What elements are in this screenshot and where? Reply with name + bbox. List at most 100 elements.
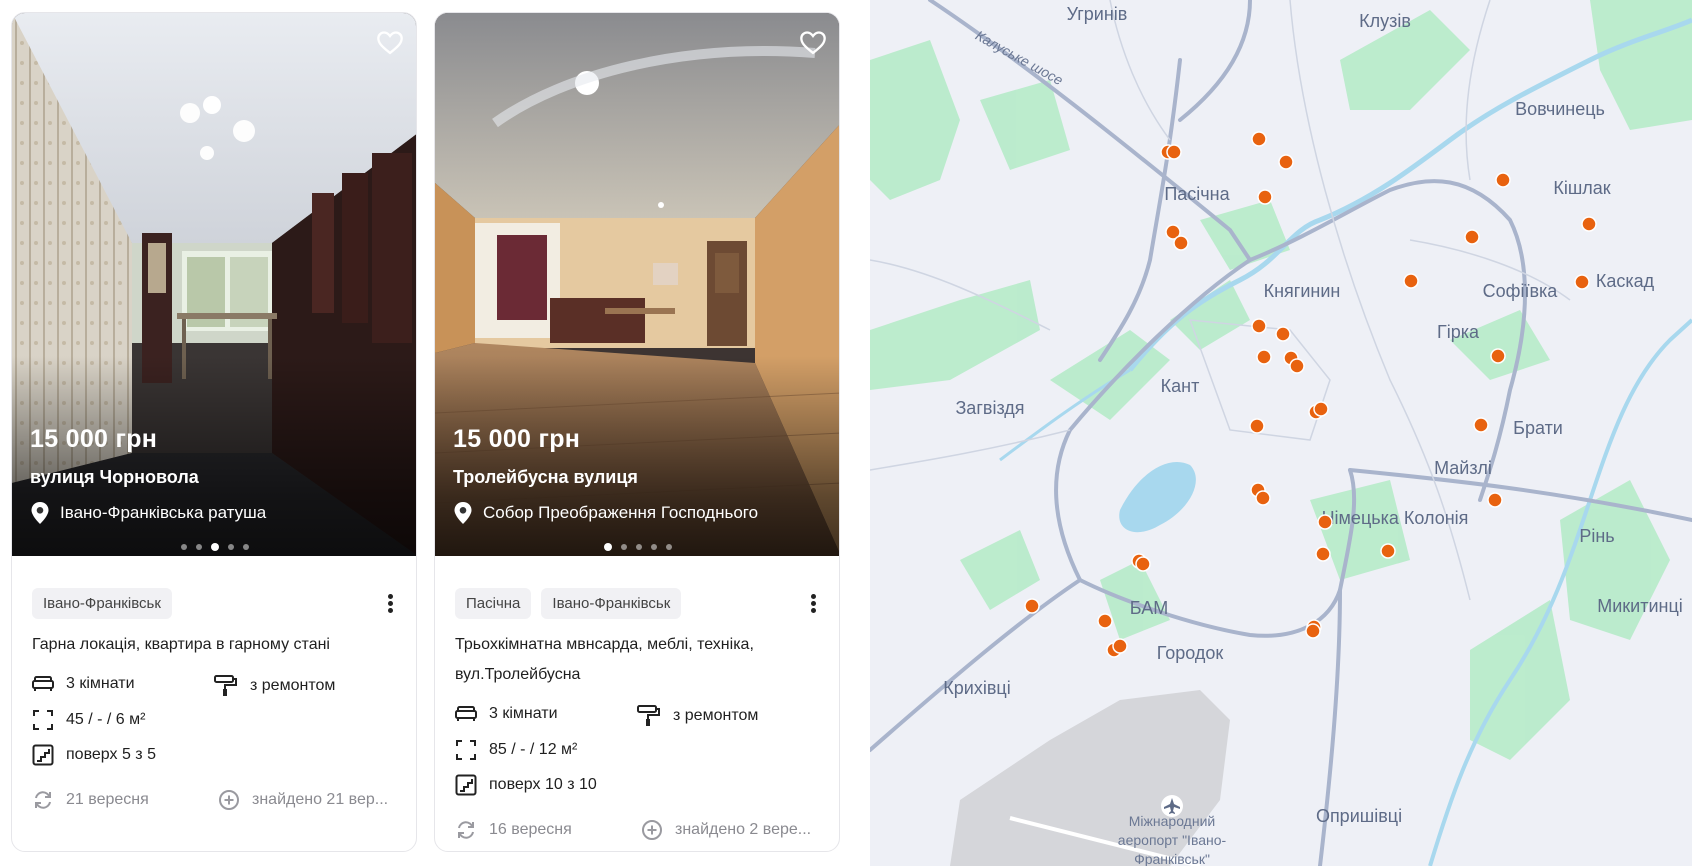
map-label-knyahynyn: Княгинин — [1264, 281, 1341, 301]
photo-shade — [435, 356, 839, 556]
map-label-horodok: Городок — [1157, 643, 1224, 663]
map-marker[interactable] — [1380, 543, 1396, 559]
pagination-dot[interactable] — [196, 544, 202, 550]
map-label-maizli: Майзлі — [1434, 458, 1492, 478]
feature-area: 45 / - / 6 м² — [32, 709, 145, 731]
listing-card[interactable]: 15 000 грн Тролейбусна вулиця Собор Прео… — [434, 12, 840, 852]
area-expand-icon — [33, 710, 53, 730]
map-label-ugryniv: Угринів — [1067, 4, 1128, 24]
map-label-mykytyntsi: Микитинці — [1597, 596, 1683, 616]
map-marker[interactable] — [1464, 229, 1480, 245]
listing-panel: 15 000 грн вулиця Чорновола Івано-Франкі… — [0, 0, 870, 866]
tag-city[interactable]: Івано-Франківськ — [541, 588, 682, 619]
area-label: 85 / - / 12 м² — [489, 741, 578, 758]
tag-list: Івано-Франківськ — [32, 588, 172, 619]
map-label-kluziv: Клузів — [1359, 11, 1411, 31]
pagination-dot[interactable] — [636, 544, 642, 550]
map-marker[interactable] — [1249, 418, 1265, 434]
map-marker[interactable] — [1256, 349, 1272, 365]
pagination-dot[interactable] — [228, 544, 234, 550]
map-marker[interactable] — [1173, 235, 1189, 251]
found-info: знайдено 21 вер... — [218, 789, 388, 811]
sofa-icon — [455, 706, 477, 721]
map-marker[interactable] — [1251, 131, 1267, 147]
map-label-pasichna: Пасічна — [1164, 184, 1230, 204]
airport-label-line3: Франківськ" — [1134, 851, 1210, 866]
map-label-kishlak: Кішлак — [1553, 178, 1610, 198]
tag-district[interactable]: Пасічна — [455, 588, 532, 619]
map-marker[interactable] — [1135, 556, 1151, 572]
more-options-icon[interactable] — [386, 593, 394, 615]
map-marker[interactable] — [1166, 144, 1182, 160]
map-label-sofiivka: Софіївка — [1483, 281, 1559, 301]
map-label-opryshivtsi: Опришівці — [1316, 806, 1402, 826]
renovation-label: з ремонтом — [250, 677, 336, 694]
map-marker[interactable] — [1315, 546, 1331, 562]
map-label-kant: Кант — [1161, 376, 1200, 396]
map-marker[interactable] — [1255, 490, 1271, 506]
landmark-label: Собор Преображення Господнього — [483, 503, 759, 522]
map-marker[interactable] — [1251, 318, 1267, 334]
map-marker[interactable] — [1278, 154, 1294, 170]
listing-description: Трьохкімнатна мвнсарда, меблі, техніка, … — [455, 636, 754, 683]
updated-date: 16 вересня — [489, 821, 572, 838]
floor-label: поверх 5 з 5 — [66, 746, 156, 763]
map-marker[interactable] — [1305, 623, 1321, 639]
heart-icon[interactable] — [376, 29, 404, 57]
heart-icon[interactable] — [799, 29, 827, 57]
rooms-label: 3 кімнати — [489, 705, 558, 722]
map-label-kaskad: Каскад — [1596, 271, 1655, 291]
refresh-icon — [35, 791, 51, 809]
map-marker[interactable] — [1403, 273, 1419, 289]
plus-circle-icon — [642, 820, 662, 840]
floor-label: поверх 10 з 10 — [489, 776, 597, 793]
area-label: 45 / - / 6 м² — [66, 711, 146, 728]
photo-pagination[interactable] — [12, 543, 416, 551]
map-marker[interactable] — [1257, 189, 1273, 205]
feature-rooms: 3 кімнати — [32, 675, 135, 693]
map-marker[interactable] — [1097, 613, 1113, 629]
more-options-icon[interactable] — [809, 593, 817, 615]
map-marker[interactable] — [1024, 598, 1040, 614]
map-marker[interactable] — [1487, 492, 1503, 508]
map-marker[interactable] — [1495, 172, 1511, 188]
airport-label-line2: аеропорт "Івано- — [1118, 832, 1227, 848]
stairs-icon — [32, 744, 54, 766]
pagination-dot[interactable] — [651, 544, 657, 550]
pagination-dot-active[interactable] — [211, 543, 219, 551]
map-marker[interactable] — [1313, 401, 1329, 417]
map-label-kryhivtsi: Крихівці — [943, 678, 1010, 698]
map-label-hirka: Гірка — [1437, 322, 1480, 342]
map-marker[interactable] — [1574, 274, 1590, 290]
plus-circle-icon — [219, 790, 239, 810]
map-marker[interactable] — [1112, 638, 1128, 654]
map-marker[interactable] — [1490, 348, 1506, 364]
pagination-dot[interactable] — [243, 544, 249, 550]
pagination-dot[interactable] — [181, 544, 187, 550]
map-marker[interactable] — [1581, 216, 1597, 232]
found-info: знайдено 2 вере... — [641, 819, 811, 841]
map-label-rin: Рінь — [1579, 526, 1614, 546]
map-view[interactable]: Угринів Клузів Вовчинець Пасічна Кішлак … — [870, 0, 1692, 866]
listing-photo[interactable]: 15 000 грн вулиця Чорновола Івано-Франкі… — [12, 13, 416, 556]
map-canvas[interactable]: Угринів Клузів Вовчинець Пасічна Кішлак … — [870, 0, 1692, 866]
stairs-icon — [455, 774, 477, 796]
map-marker[interactable] — [1289, 358, 1305, 374]
pagination-dot-active[interactable] — [604, 543, 612, 551]
photo-pagination[interactable] — [435, 543, 839, 551]
feature-floor: поверх 5 з 5 — [32, 744, 156, 766]
tag-list: Пасічна Івано-Франківськ — [455, 588, 682, 619]
map-marker[interactable] — [1473, 417, 1489, 433]
listing-card[interactable]: 15 000 грн вулиця Чорновола Івано-Франкі… — [11, 12, 417, 852]
map-label-nimetska-koloniia: Німецька Колонія — [1322, 508, 1469, 528]
pagination-dot[interactable] — [621, 544, 627, 550]
map-marker[interactable] — [1317, 514, 1333, 530]
tag-city[interactable]: Івано-Франківськ — [32, 588, 172, 619]
pagination-dot[interactable] — [666, 544, 672, 550]
landmark-label: Івано-Франківська ратуша — [60, 503, 267, 522]
map-label-braty: Брати — [1513, 418, 1563, 438]
map-label-bam: БАМ — [1130, 598, 1168, 618]
map-marker[interactable] — [1275, 326, 1291, 342]
listing-landmark: Івано-Франківська ратуша — [30, 501, 266, 525]
listing-photo[interactable]: 15 000 грн Тролейбусна вулиця Собор Прео… — [435, 13, 839, 556]
